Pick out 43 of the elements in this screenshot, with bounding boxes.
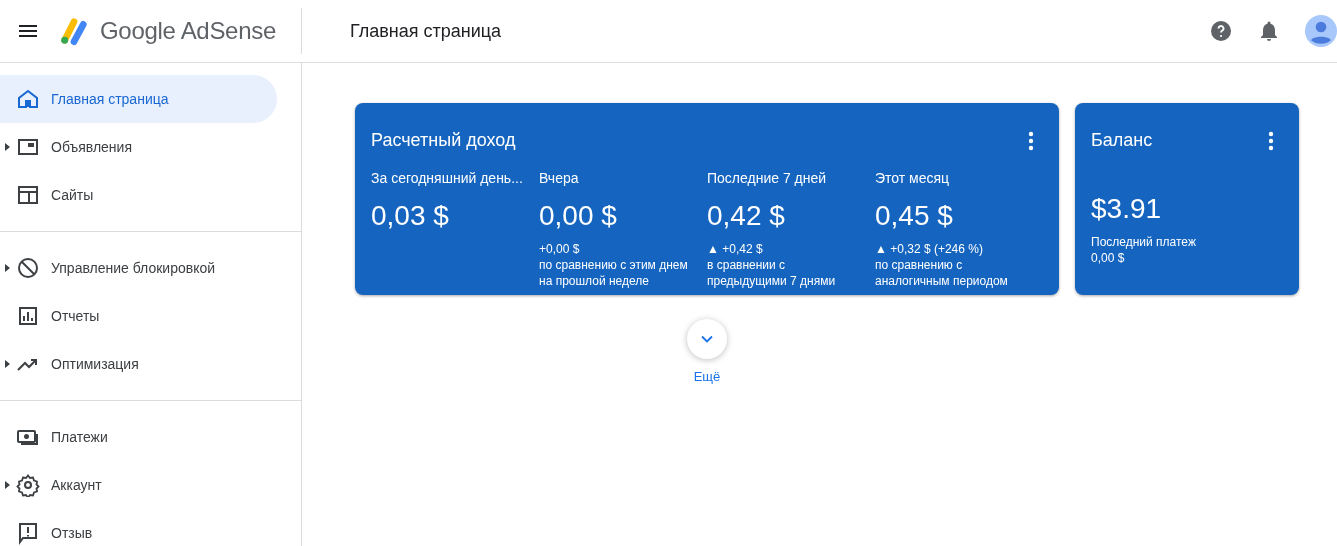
metric-value: 0,42 $ [707,199,786,233]
balance-value: $3.91 [1091,192,1163,226]
metric-label: За сегодняшний день... [371,169,524,188]
metric-comparison: по сравнению с этим днем на прошлой неделе [539,257,689,289]
block-icon [16,256,40,280]
bar-chart-icon [16,304,40,328]
sidebar-item[interactable]: Оптимизация [0,340,277,388]
caret-icon [5,264,10,272]
page-title: Главная страница [350,19,502,43]
help-icon[interactable] [1209,19,1233,43]
metric-value: 0,00 $ [539,199,618,233]
sidebar-item[interactable]: Аккаунт [0,461,277,509]
metric-label: Вчера [539,169,580,188]
last-payment-value: 0,00 $ [1091,250,1126,266]
caret-icon [5,143,10,151]
more-link[interactable]: Ещё [693,367,721,387]
caret-icon [5,360,10,368]
sidebar-item[interactable]: Платежи [0,413,277,461]
feedback-icon [16,521,40,545]
sidebar-item[interactable]: Сайты [0,171,277,219]
metric-comparison: по сравнению с аналогичным периодом [875,257,1009,289]
card-title: Баланс [1091,129,1153,152]
sidebar-item[interactable]: Отчеты [0,292,277,340]
metric-value: 0,03 $ [371,199,450,233]
sidebar-item[interactable]: Управление блокировкой [0,244,277,292]
sidebar-item[interactable]: Объявления [0,123,277,171]
metric-value: 0,45 $ [875,199,954,233]
card-title: Расчетный доход [371,129,516,152]
home-icon [16,87,40,111]
avatar-icon[interactable] [1305,15,1337,47]
last-payment-label: Последний платеж [1091,234,1197,250]
metric-change: ▲ +0,42 $ [707,241,764,257]
metric-label: Последние 7 дней [707,169,828,188]
metric-label: Этот месяц [875,169,951,188]
metric-change: +0,00 $ [539,241,581,257]
caret-icon [5,481,10,489]
web-icon [16,183,40,207]
sidebar-item[interactable]: Отзыв [0,509,277,546]
sidebar-item[interactable]: Главная страница [0,75,277,123]
metric-change: ▲ +0,32 $ (+246 %) [875,241,984,257]
settings-icon [16,473,40,497]
brand-logo: Google AdSense [100,16,276,46]
metric-comparison: в сравнении с предыдущими 7 днями [707,257,837,289]
